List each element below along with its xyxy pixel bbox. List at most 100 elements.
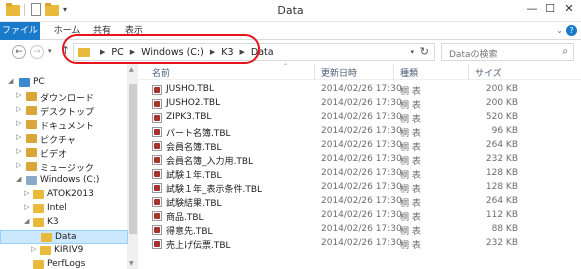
- scrollbar-thumb[interactable]: [129, 84, 137, 234]
- table-row[interactable]: パート名簿.TBL 2014/02/26 17:30 桐 表 96 KB: [138, 125, 581, 139]
- refresh-icon[interactable]: ↻: [420, 45, 429, 58]
- chevron-right-icon[interactable]: ▷: [24, 203, 29, 211]
- scroll-up-icon[interactable]: ▲: [129, 66, 134, 73]
- tree-item-intel[interactable]: ▷ Intel: [0, 202, 128, 216]
- nav-pane-scrollbar[interactable]: ▲ ▼: [128, 64, 138, 269]
- forward-button[interactable]: →: [30, 45, 44, 59]
- table-row[interactable]: 試験結果.TBL 2014/02/26 17:30 桐 表 264 KB: [138, 195, 581, 209]
- address-dropdown-icon[interactable]: ▾: [410, 48, 414, 56]
- chevron-right-icon[interactable]: ▷: [31, 245, 36, 253]
- file-type: 桐 表: [400, 213, 421, 223]
- file-date: 2014/02/26 17:30: [321, 84, 402, 94]
- file-type: 桐 表: [400, 199, 421, 209]
- tree-item-videos[interactable]: ▷ ビデオ: [0, 146, 128, 160]
- tab-file[interactable]: ファイル: [0, 22, 40, 40]
- scroll-down-icon[interactable]: ▼: [129, 260, 134, 267]
- file-name: パート名簿.TBL: [166, 129, 231, 139]
- tree-item-desktop[interactable]: ▷ デスクトップ: [0, 104, 128, 118]
- file-date: 2014/02/26 17:30: [321, 224, 402, 234]
- column-header-date[interactable]: 更新日時: [321, 66, 357, 79]
- chevron-right-icon[interactable]: ▷: [16, 133, 21, 141]
- file-size: 128 KB: [485, 182, 518, 192]
- tree-item-windows-drive[interactable]: ◢ Windows (C:): [0, 174, 128, 188]
- file-date: 2014/02/26 17:30: [321, 196, 402, 206]
- sort-arrow-icon: ⌃: [283, 63, 289, 70]
- recent-locations-chevron-icon[interactable]: ▾: [48, 47, 52, 55]
- table-row[interactable]: 得意先.TBL 2014/02/26 17:30 桐 表 88 KB: [138, 223, 581, 237]
- file-type: 桐 表: [400, 87, 421, 97]
- minimize-button[interactable]: —: [522, 2, 542, 15]
- table-row[interactable]: JUSHO2.TBL 2014/02/26 17:30 桐 表 200 KB: [138, 97, 581, 111]
- table-row[interactable]: 会員名簿.TBL 2014/02/26 17:30 桐 表 264 KB: [138, 139, 581, 153]
- search-icon[interactable]: ⌕: [562, 46, 568, 57]
- file-size: 232 KB: [485, 238, 518, 248]
- chevron-right-icon[interactable]: ▷: [16, 161, 21, 169]
- help-icon[interactable]: ?: [566, 25, 577, 36]
- chevron-right-icon[interactable]: ▷: [24, 189, 29, 197]
- tree-item-pictures[interactable]: ▷ ピクチャ: [0, 132, 128, 146]
- table-file-icon: [152, 211, 162, 221]
- column-header-row: ⌃ 名前 更新日時 種類 サイズ: [138, 63, 581, 80]
- column-header-name[interactable]: 名前: [152, 66, 170, 79]
- chevron-down-icon[interactable]: ◢: [8, 77, 13, 85]
- back-button[interactable]: ←: [12, 45, 26, 59]
- file-size: 200 KB: [485, 84, 518, 94]
- table-row[interactable]: 売上げ伝票.TBL 2014/02/26 17:30 桐 表 232 KB: [138, 237, 581, 251]
- tree-item-documents[interactable]: ▷ ドキュメント: [0, 118, 128, 132]
- chevron-right-icon[interactable]: ▷: [16, 119, 21, 127]
- tree-item-label: デスクトップ: [40, 108, 95, 118]
- tree-item-label: ミュージック: [40, 164, 94, 174]
- navigation-pane: ◢ PC ▷ ダウンロード ▷ デスクトップ ▷ ドキュメント ▷ ピクチャ ▷…: [0, 64, 128, 269]
- file-date: 2014/02/26 17:30: [321, 126, 402, 136]
- table-row[interactable]: 試験１年.TBL 2014/02/26 17:30 桐 表 128 KB: [138, 167, 581, 181]
- file-date: 2014/02/26 17:30: [321, 112, 402, 122]
- table-row[interactable]: 試験１年_表示条件.TBL 2014/02/26 17:30 桐 表 128 K…: [138, 181, 581, 195]
- table-file-icon: [152, 127, 162, 137]
- tree-item-downloads[interactable]: ▷ ダウンロード: [0, 90, 128, 104]
- table-row[interactable]: 商品.TBL 2014/02/26 17:30 桐 表 112 KB: [138, 209, 581, 223]
- tree-item-label: ダウンロード: [40, 94, 95, 104]
- column-divider[interactable]: [468, 64, 469, 80]
- maximize-button[interactable]: ☐: [540, 2, 560, 15]
- column-header-size[interactable]: サイズ: [475, 66, 502, 79]
- file-type: 桐 表: [400, 101, 421, 111]
- column-divider[interactable]: [314, 64, 315, 80]
- file-size: 88 KB: [491, 224, 518, 234]
- chevron-right-icon[interactable]: ▷: [16, 147, 21, 155]
- tree-item-kiriv9[interactable]: ▷ KIRIV9: [0, 244, 128, 258]
- file-name: 試験１年_表示条件.TBL: [166, 185, 263, 195]
- file-type: 桐 表: [400, 185, 421, 195]
- chevron-right-icon[interactable]: ▷: [16, 105, 21, 113]
- table-row[interactable]: ZIPK3.TBL 2014/02/26 17:30 桐 表 520 KB: [138, 111, 581, 125]
- file-date: 2014/02/26 17:30: [321, 168, 402, 178]
- tree-item-k3[interactable]: ◢ K3: [0, 216, 128, 230]
- file-type: 桐 表: [400, 227, 421, 237]
- search-input[interactable]: Dataの検索: [449, 47, 498, 60]
- table-row[interactable]: 会員名簿_入力用.TBL 2014/02/26 17:30 桐 表 232 KB: [138, 153, 581, 167]
- folder-icon: [26, 148, 37, 157]
- tree-item-atok2013[interactable]: ▷ ATOK2013: [0, 188, 128, 202]
- file-type: 桐 表: [400, 129, 421, 139]
- tree-item-pc[interactable]: ◢ PC: [0, 76, 128, 90]
- tree-item-data[interactable]: Data: [0, 230, 128, 244]
- tree-item-label: PC: [33, 77, 45, 87]
- file-name: 試験１年.TBL: [166, 171, 222, 181]
- file-name: 売上げ伝票.TBL: [166, 241, 231, 251]
- file-date: 2014/02/26 17:30: [321, 238, 402, 248]
- folder-icon: [40, 246, 51, 255]
- search-box[interactable]: Dataの検索 ⌕: [441, 43, 574, 61]
- tree-item-label: Windows (C:): [40, 175, 100, 185]
- tree-item-label: Intel: [47, 203, 67, 213]
- chevron-right-icon[interactable]: ▷: [16, 91, 21, 99]
- column-header-type[interactable]: 種類: [400, 66, 418, 79]
- chevron-down-icon[interactable]: ◢: [16, 175, 21, 183]
- close-button[interactable]: ✕: [559, 2, 579, 15]
- tree-item-music[interactable]: ▷ ミュージック: [0, 160, 128, 174]
- pc-icon: [19, 78, 30, 87]
- chevron-down-icon[interactable]: ◢: [24, 217, 29, 225]
- table-row[interactable]: JUSHO.TBL 2014/02/26 17:30 桐 表 200 KB: [138, 83, 581, 97]
- tree-item-perflogs[interactable]: PerfLogs: [0, 258, 128, 269]
- file-size: 232 KB: [485, 154, 518, 164]
- chevron-down-icon[interactable]: ⌄: [556, 26, 563, 35]
- column-divider[interactable]: [393, 64, 394, 80]
